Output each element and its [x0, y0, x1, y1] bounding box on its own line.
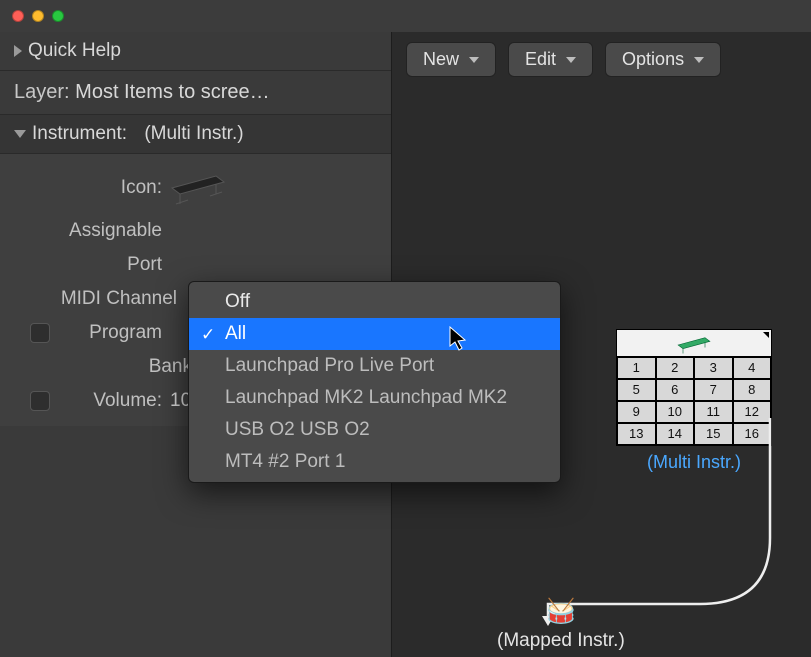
port-menu-item-label: MT4 #2 Port 1: [225, 451, 345, 472]
port-menu-item[interactable]: ✓ All: [189, 318, 560, 350]
chevron-down-icon: [694, 57, 704, 63]
midi-channel-cell[interactable]: 10: [656, 401, 695, 423]
window-titlebar: [0, 0, 811, 32]
layer-row[interactable]: Layer: Most Items to scree…: [0, 71, 391, 115]
mapped-instrument-object[interactable]: 🥁 (Mapped Instr.): [497, 597, 625, 652]
object-corner-icon: [763, 332, 769, 338]
port-menu-item[interactable]: USB O2 USB O2: [189, 414, 560, 446]
new-menu-label: New: [423, 49, 459, 70]
port-menu-item-label: Launchpad MK2 Launchpad MK2: [225, 387, 507, 408]
midi-channel-cell[interactable]: 5: [617, 379, 656, 401]
multi-instrument-label: (Multi Instr.): [616, 452, 772, 473]
midi-channel-cell[interactable]: 2: [656, 357, 695, 379]
options-menu-label: Options: [622, 49, 684, 70]
midi-channel-cell[interactable]: 8: [733, 379, 772, 401]
close-window-button[interactable]: [12, 10, 24, 22]
instrument-value: (Multi Instr.): [144, 123, 243, 145]
instrument-label: Instrument:: [32, 123, 127, 145]
midi-channel-cell[interactable]: 14: [656, 423, 695, 445]
layer-label: Layer:: [14, 81, 70, 103]
drumkit-icon: 🥁: [497, 597, 625, 626]
program-checkbox[interactable]: [30, 323, 50, 343]
port-menu-item-label: Off: [225, 291, 250, 312]
assignable-label: Assignable: [30, 220, 170, 242]
midi-channel-cell[interactable]: 9: [617, 401, 656, 423]
icon-param-label: Icon:: [30, 177, 170, 199]
volume-checkbox[interactable]: [30, 391, 50, 411]
options-menu-button[interactable]: Options: [605, 42, 721, 77]
edit-menu-button[interactable]: Edit: [508, 42, 593, 77]
chevron-down-icon: [469, 57, 479, 63]
midi-channel-cell[interactable]: 13: [617, 423, 656, 445]
midi-channel-cell[interactable]: 1: [617, 357, 656, 379]
midi-channel-cell[interactable]: 11: [694, 401, 733, 423]
quick-help-label: Quick Help: [28, 40, 121, 62]
midi-channel-cell[interactable]: 4: [733, 357, 772, 379]
port-menu-item-label: USB O2 USB O2: [225, 419, 370, 440]
param-assignable-row[interactable]: Assignable: [30, 214, 377, 248]
port-menu-item[interactable]: MT4 #2 Port 1: [189, 446, 560, 478]
quick-help-header[interactable]: Quick Help: [0, 32, 391, 71]
disclosure-down-icon: [14, 130, 26, 138]
volume-label: Volume:: [60, 390, 170, 412]
midi-channel-cell[interactable]: 6: [656, 379, 695, 401]
port-menu-item[interactable]: Launchpad MK2 Launchpad MK2: [189, 382, 560, 414]
disclosure-right-icon: [14, 45, 22, 57]
port-menu-item-label: Launchpad Pro Live Port: [225, 355, 434, 376]
port-dropdown-menu[interactable]: Off ✓ All Launchpad Pro Live Port Launchpad …: [188, 281, 561, 483]
program-label: Program: [60, 322, 170, 344]
minimize-window-button[interactable]: [32, 10, 44, 22]
instrument-header[interactable]: Instrument: (Multi Instr.): [0, 115, 391, 154]
midi-channel-cell[interactable]: 3: [694, 357, 733, 379]
port-menu-item[interactable]: Off: [189, 286, 560, 318]
environment-toolbar: New Edit Options: [392, 32, 811, 87]
param-icon-row[interactable]: Icon:: [30, 162, 377, 214]
midi-channel-cell[interactable]: 12: [733, 401, 772, 423]
keyboard-icon: [676, 334, 712, 356]
bank-label: Bank: [60, 356, 200, 378]
midi-channel-label: MIDI Channel: [30, 288, 185, 310]
midi-channel-cell[interactable]: 16: [733, 423, 772, 445]
multi-instrument-object[interactable]: 12345678910111213141516 (Multi Instr.): [616, 329, 772, 473]
checkmark-icon: ✓: [201, 325, 215, 345]
edit-menu-label: Edit: [525, 49, 556, 70]
zoom-window-button[interactable]: [52, 10, 64, 22]
port-menu-item-label: All: [225, 323, 246, 344]
param-port-row[interactable]: Port: [30, 248, 377, 282]
multi-instrument-iconbar: [616, 329, 772, 357]
mapped-instrument-label: (Mapped Instr.): [497, 630, 625, 652]
new-menu-button[interactable]: New: [406, 42, 496, 77]
midi-channel-cell[interactable]: 15: [694, 423, 733, 445]
layer-value: Most Items to scree…: [75, 81, 270, 103]
midi-channel-grid[interactable]: 12345678910111213141516: [616, 357, 772, 446]
port-menu-item[interactable]: Launchpad Pro Live Port: [189, 350, 560, 382]
midi-channel-cell[interactable]: 7: [694, 379, 733, 401]
keyboard-icon: [170, 170, 226, 206]
port-label: Port: [30, 254, 170, 276]
chevron-down-icon: [566, 57, 576, 63]
